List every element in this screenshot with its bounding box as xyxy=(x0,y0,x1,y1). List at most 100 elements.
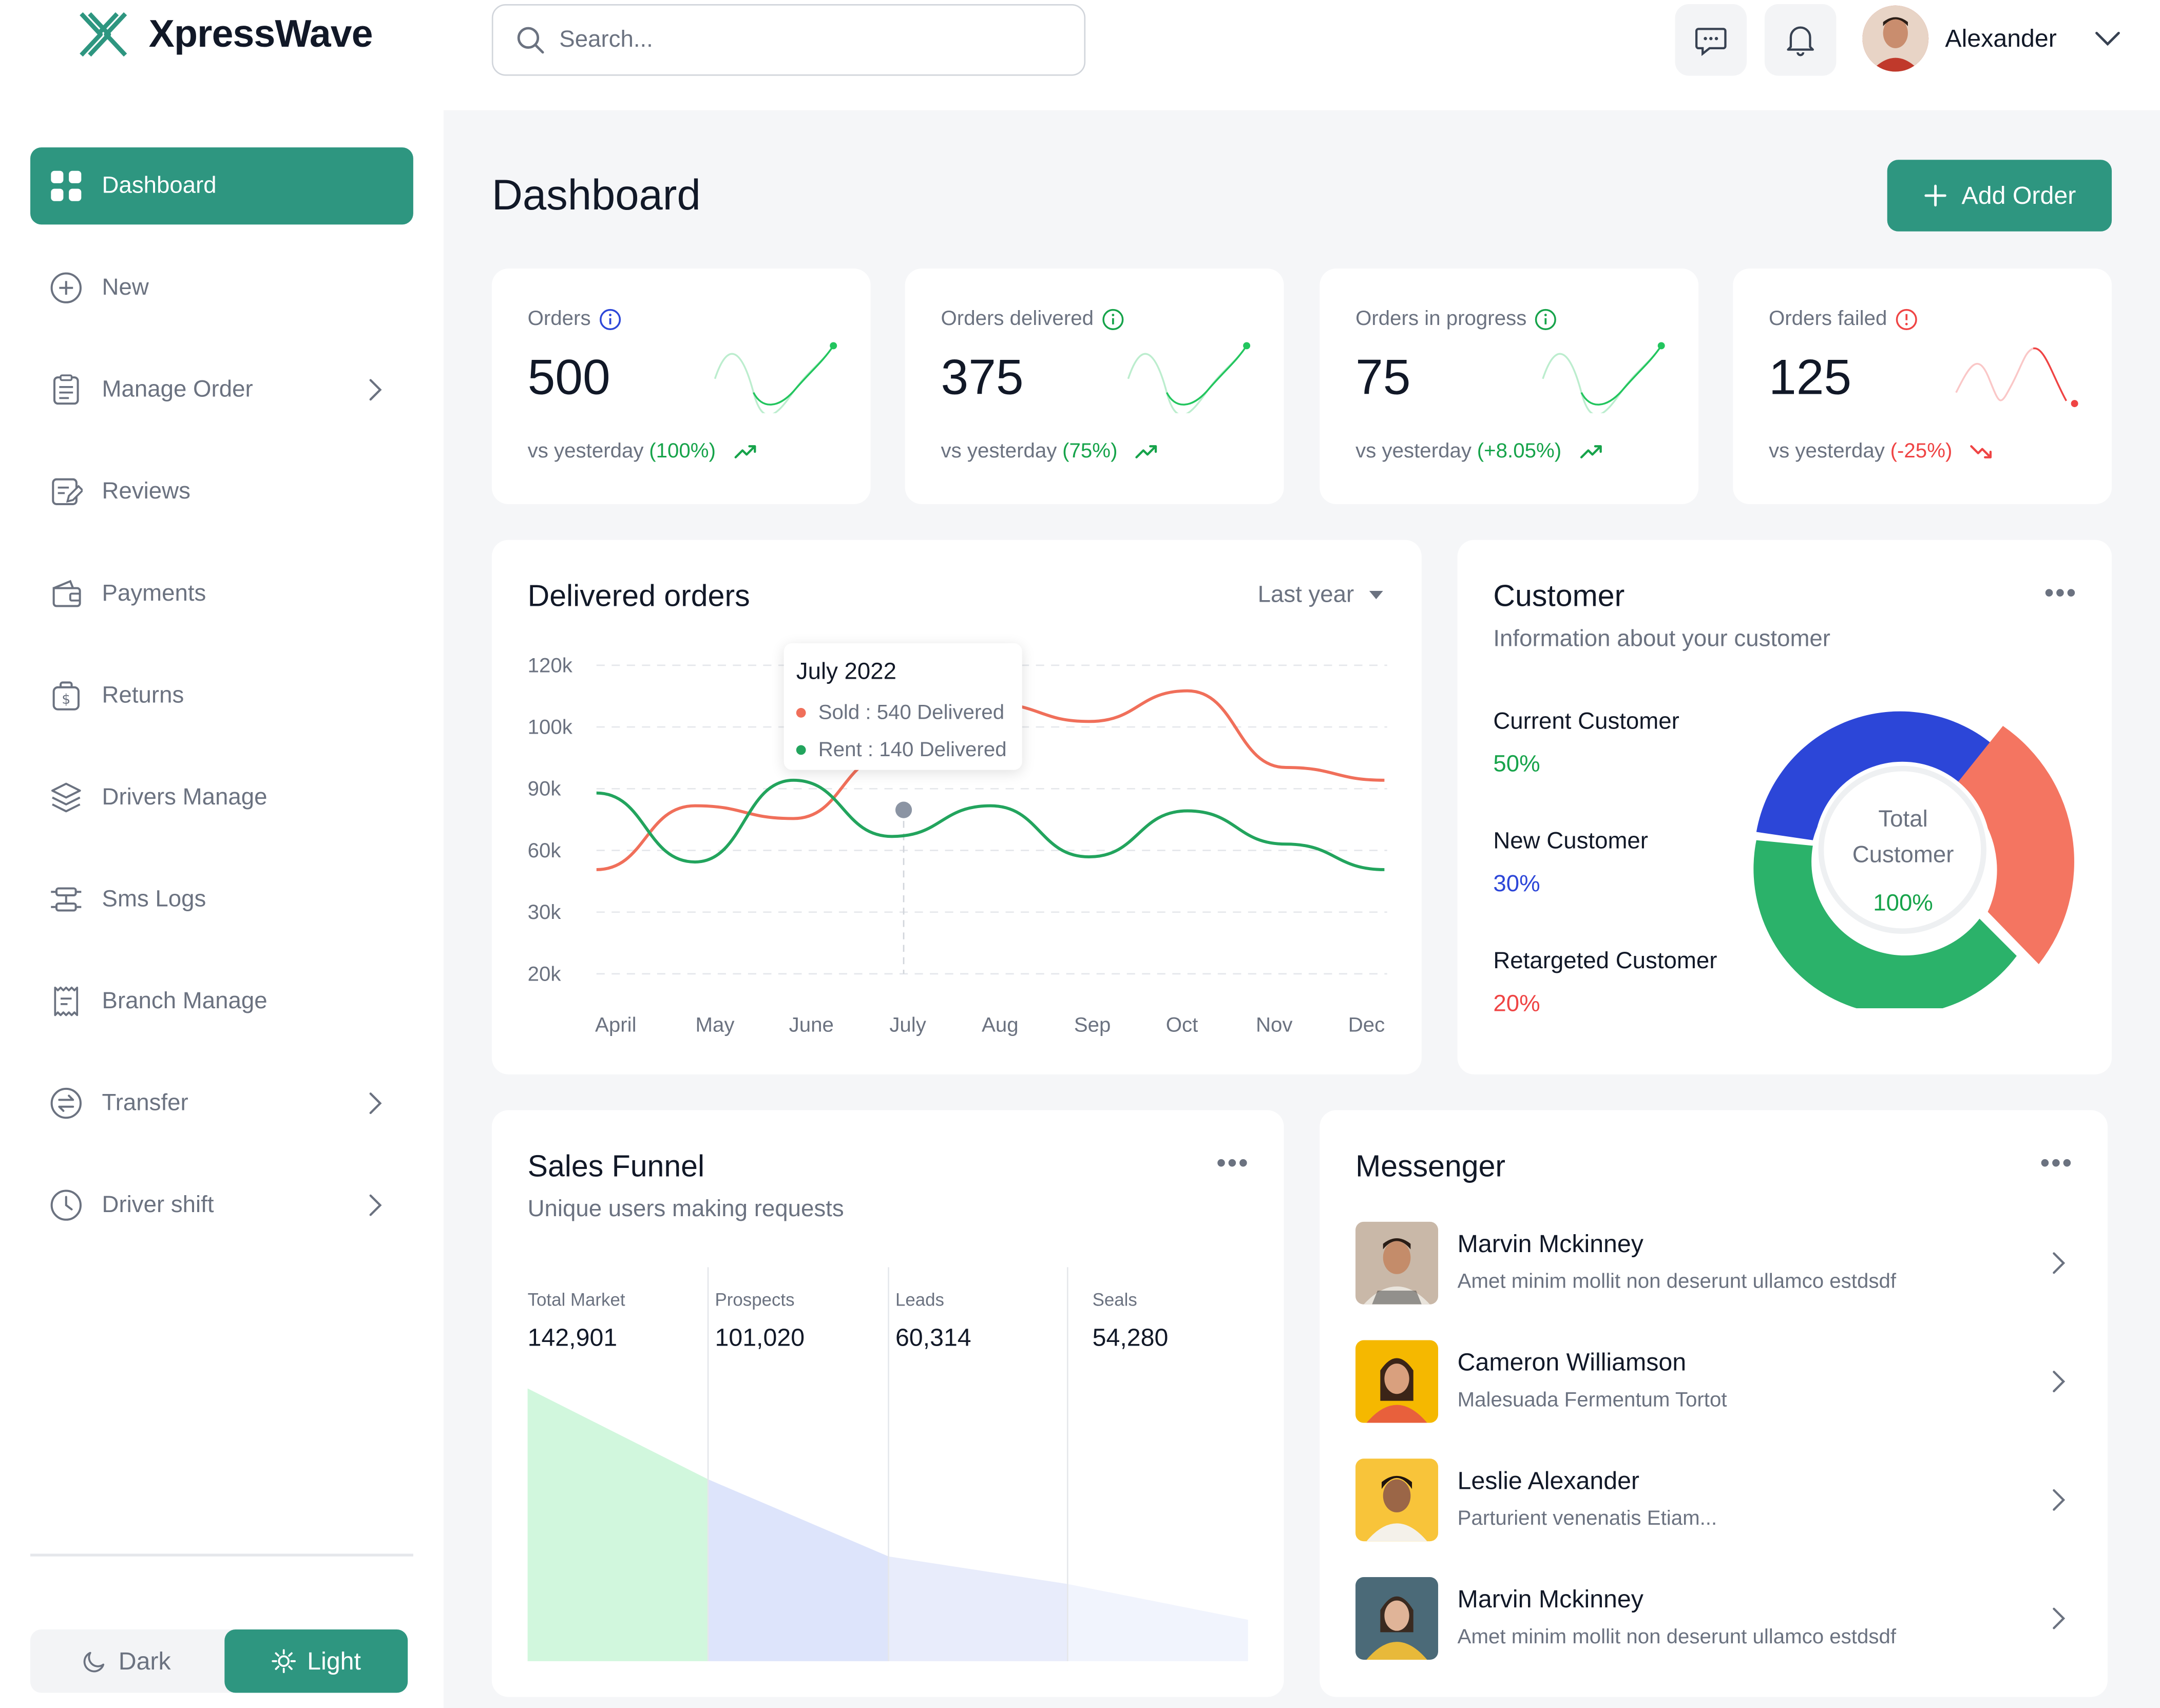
sidebar-item-label: Payments xyxy=(102,580,206,606)
sidebar-item-new[interactable]: New xyxy=(30,250,413,327)
search-box[interactable] xyxy=(491,4,1086,76)
dark-mode-label: Dark xyxy=(118,1646,171,1675)
sparkline xyxy=(1955,348,2078,408)
message-item[interactable]: Marvin Mckinney Amet minim mollit non de… xyxy=(1355,1577,2072,1662)
messenger-card: Messenger ••• Marvin Mckinney Amet minim… xyxy=(1320,1110,2108,1697)
stat-label: Orders xyxy=(528,307,621,331)
sidebar-item-manage-order[interactable]: Manage Order xyxy=(30,351,413,428)
stat-comparison: vs yesterday (100%) xyxy=(528,439,757,463)
xpresswave-logo-icon xyxy=(80,12,127,57)
stat-change: (-25%) xyxy=(1890,439,1953,463)
y-tick-label: 90k xyxy=(528,777,562,800)
donut-center-label-2: Customer xyxy=(1852,841,1954,868)
new-customer-label: New Customer xyxy=(1493,828,1648,854)
y-tick-label: 120k xyxy=(528,654,573,677)
sidebar-item-label: Dashboard xyxy=(102,172,217,199)
user-name: Alexander xyxy=(1945,24,2057,52)
funnel-label-total-market: Total Market xyxy=(527,1289,625,1310)
x-tick-label: May xyxy=(695,1013,735,1037)
chevron-right-icon xyxy=(369,1194,382,1216)
sidebar-item-label: New xyxy=(102,274,149,300)
sidebar-item-dashboard[interactable]: Dashboard xyxy=(30,147,413,225)
chevron-down-icon xyxy=(2095,31,2120,46)
x-tick-label: Aug xyxy=(982,1013,1019,1037)
sidebar-item-reviews[interactable]: Reviews xyxy=(30,453,413,530)
message-item[interactable]: Cameron Williamson Malesuada Fermentum T… xyxy=(1355,1340,2072,1426)
sun-icon xyxy=(272,1649,296,1674)
message-preview: Malesuada Fermentum Tortot xyxy=(1457,1388,1727,1412)
sidebar-item-label: Reviews xyxy=(102,478,190,504)
avatar xyxy=(1355,1458,1439,1542)
app-name: XpressWave xyxy=(148,12,373,55)
stat-label: Orders failed xyxy=(1769,307,1917,331)
receipt-icon xyxy=(54,986,79,1016)
notifications-button[interactable] xyxy=(1764,4,1837,76)
edit-icon xyxy=(52,478,83,505)
message-item[interactable]: Marvin Mckinney Amet minim mollit non de… xyxy=(1355,1221,2072,1307)
sidebar: Dashboard New Manage Order Reviews Payme… xyxy=(0,110,444,1708)
hover-point[interactable] xyxy=(895,801,912,818)
light-mode-label: Light xyxy=(307,1646,361,1675)
dark-mode-button[interactable]: Dark xyxy=(30,1629,223,1693)
search-input[interactable] xyxy=(559,26,1056,54)
more-options-icon[interactable]: ••• xyxy=(2044,579,2077,610)
clipboard-icon xyxy=(53,374,79,405)
funnel-label-seals: Seals xyxy=(1092,1289,1137,1310)
user-menu[interactable]: Alexander xyxy=(1862,5,2123,72)
info-icon[interactable] xyxy=(1102,308,1124,330)
retargeted-customer-label: Retargeted Customer xyxy=(1493,947,1717,974)
x-tick-label: Dec xyxy=(1348,1013,1385,1037)
sidebar-item-driver-shift[interactable]: Driver shift xyxy=(30,1167,413,1244)
sidebar-item-drivers-manage[interactable]: Drivers Manage xyxy=(30,759,413,836)
stat-change: (+8.05%) xyxy=(1477,439,1562,463)
sidebar-item-sms-logs[interactable]: Sms Logs xyxy=(30,861,413,938)
y-tick-label: 30k xyxy=(528,900,562,924)
sidebar-item-label: Drivers Manage xyxy=(102,783,267,810)
message-preview: Amet minim mollit non deserunt ullamco e… xyxy=(1457,1270,1897,1294)
stat-compare-text: vs yesterday xyxy=(941,439,1057,463)
info-icon[interactable] xyxy=(599,308,621,330)
trend-up-icon xyxy=(1135,444,1157,458)
transfer-icon xyxy=(50,1087,82,1119)
sidebar-item-payments[interactable]: Payments xyxy=(30,555,413,632)
moon-icon xyxy=(83,1652,105,1673)
layers-icon xyxy=(51,782,81,813)
message-item[interactable]: Leslie Alexander Parturient venenatis Et… xyxy=(1355,1458,2072,1544)
tooltip-sold: Sold : 540 Delivered xyxy=(796,701,1005,725)
chat-bubble-icon xyxy=(1695,28,1727,56)
sidebar-item-transfer[interactable]: Transfer xyxy=(30,1065,413,1142)
grid-icon xyxy=(51,170,82,201)
stat-label: Orders delivered xyxy=(941,307,1124,331)
funnel-segment-seals xyxy=(1067,1584,1248,1661)
more-options-icon[interactable]: ••• xyxy=(2040,1149,2073,1181)
stat-card-orders-failed: Orders failed 125 vs yesterday (-25%) xyxy=(1733,268,2112,504)
messages-button[interactable] xyxy=(1675,4,1747,76)
light-mode-button[interactable]: Light xyxy=(224,1629,408,1693)
sidebar-item-label: Sms Logs xyxy=(102,886,206,912)
trend-up-icon xyxy=(734,444,756,458)
series-line-rent xyxy=(596,778,1385,871)
chart-tooltip: July 2022 Sold : 540 Delivered Rent : 14… xyxy=(783,643,1022,770)
app-logo[interactable]: XpressWave xyxy=(77,11,373,57)
sales-funnel-card: Sales Funnel Unique users making request… xyxy=(491,1110,1284,1697)
tooltip-sold-text: Sold : 540 Delivered xyxy=(818,701,1005,725)
info-icon[interactable] xyxy=(1535,308,1557,330)
funnel-value-prospects: 101,020 xyxy=(715,1323,805,1352)
stat-label: Orders in progress xyxy=(1355,307,1557,331)
message-sender: Cameron Williamson xyxy=(1457,1348,1687,1376)
add-order-button[interactable]: Add Order xyxy=(1887,160,2112,232)
delivered-orders-chart: 120k 100k 90k 60k 30k 20k April May June July Aug S… xyxy=(528,654,1387,1037)
messenger-title: Messenger xyxy=(1355,1148,1506,1183)
tooltip-rent-text: Rent : 140 Delivered xyxy=(818,738,1007,762)
stat-card-orders: Orders 500 vs yesterday (100%) xyxy=(491,268,871,504)
sidebar-item-returns[interactable]: $ Returns xyxy=(30,657,413,734)
legend-dot-rent xyxy=(796,745,806,755)
tooltip-rent: Rent : 140 Delivered xyxy=(796,738,1007,762)
wallet-icon xyxy=(52,580,81,607)
stat-compare-text: vs yesterday xyxy=(1355,439,1471,463)
message-sender: Leslie Alexander xyxy=(1457,1467,1640,1495)
sidebar-item-branch-manage[interactable]: Branch Manage xyxy=(30,963,413,1040)
donut-center-label-1: Total xyxy=(1878,805,1928,832)
info-icon[interactable] xyxy=(1895,308,1917,330)
x-tick-label: Sep xyxy=(1074,1013,1111,1037)
